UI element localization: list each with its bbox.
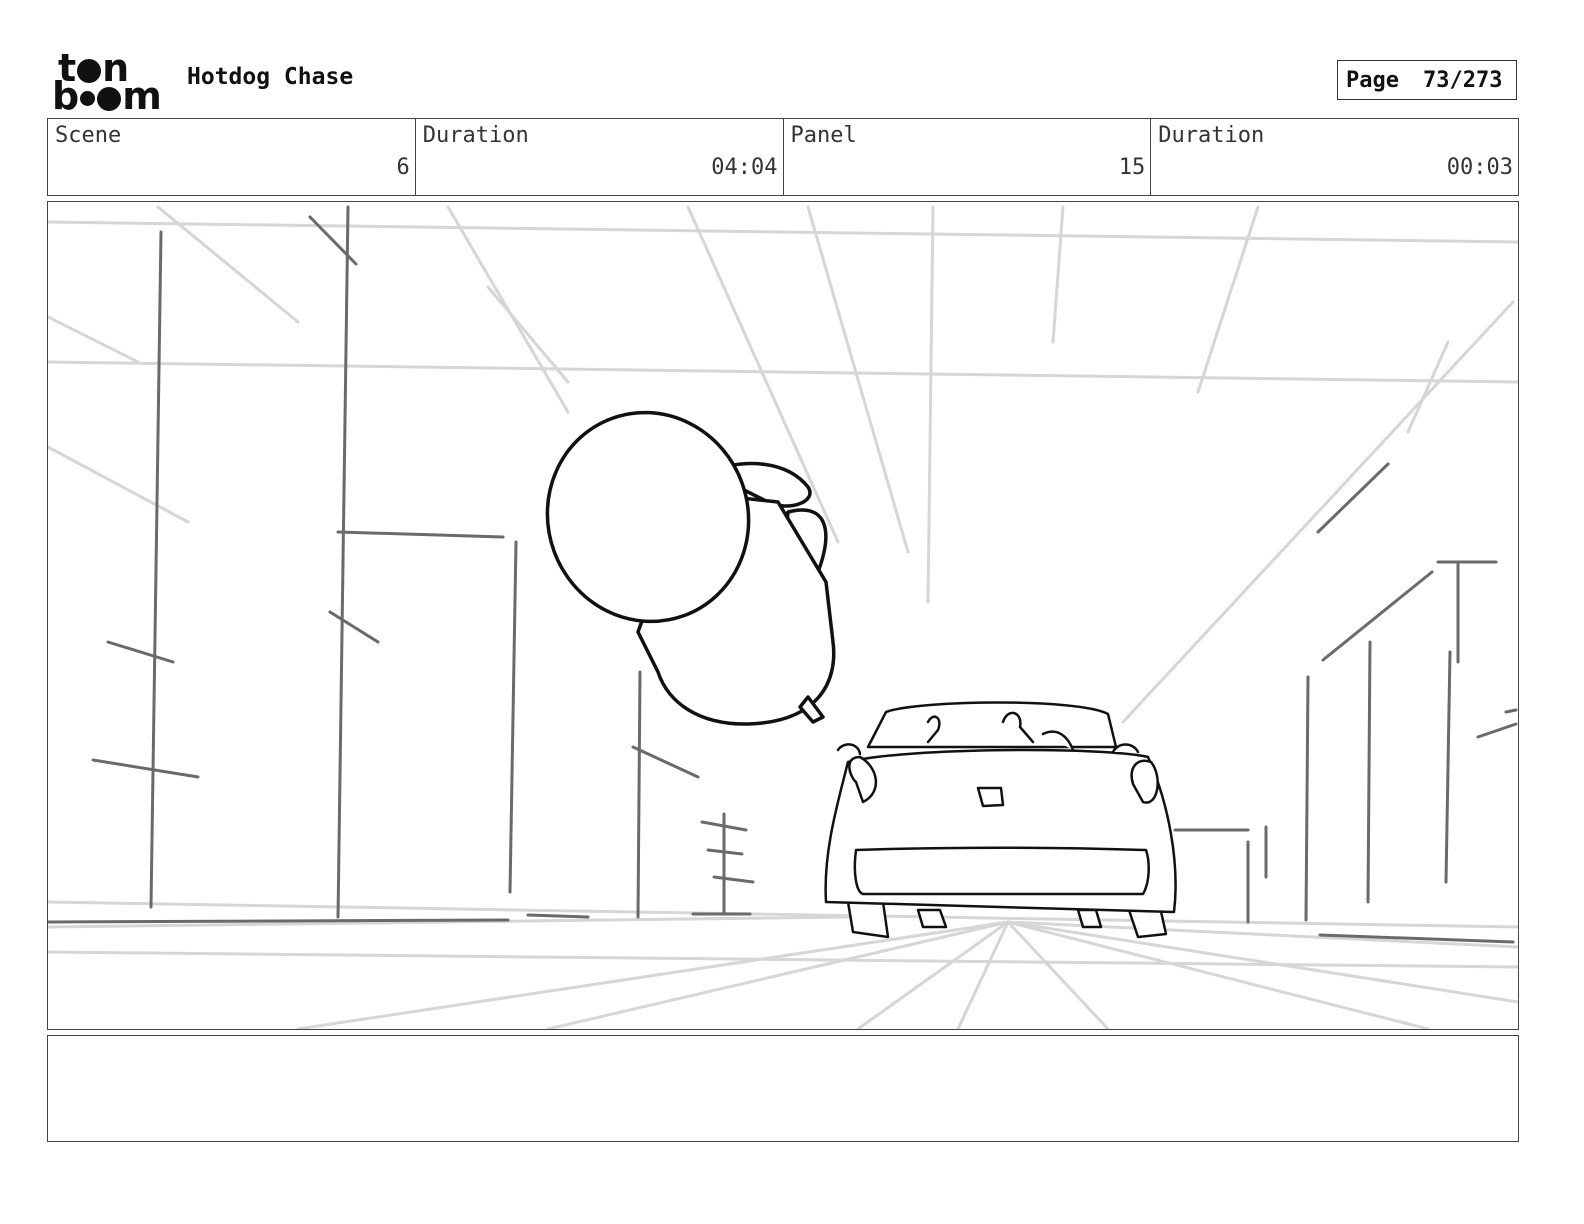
panel-duration-value: 00:03 (1446, 155, 1513, 180)
toon-boom-logo: tn bm (52, 49, 164, 118)
panel-cell: Panel 15 (784, 119, 1152, 195)
page-label: Page (1346, 67, 1399, 93)
project-title: Hotdog Chase (187, 64, 354, 90)
notes-area (47, 1035, 1519, 1142)
page-indicator: Page 73/273 (1337, 60, 1517, 100)
logo-line-2: bm (52, 74, 162, 118)
panel-duration-label: Duration (1158, 123, 1265, 148)
scene-duration-cell: Duration 04:04 (416, 119, 784, 195)
scene-value: 6 (396, 155, 410, 180)
scene-duration-label: Duration (422, 123, 529, 148)
page-number: 73/273 (1422, 67, 1503, 93)
storyboard-panel-image (47, 201, 1519, 1030)
storyboard-sketch (48, 205, 1518, 1029)
panel-duration-cell: Duration 00:03 (1151, 119, 1518, 195)
panel-label: Panel (790, 123, 857, 148)
scene-label: Scene (55, 123, 122, 148)
scene-cell: Scene 6 (48, 119, 416, 195)
panel-value: 15 (1118, 155, 1146, 180)
scene-duration-value: 04:04 (711, 155, 778, 180)
panel-info-row: Scene 6 Duration 04:04 Panel 15 Duration… (47, 118, 1519, 196)
